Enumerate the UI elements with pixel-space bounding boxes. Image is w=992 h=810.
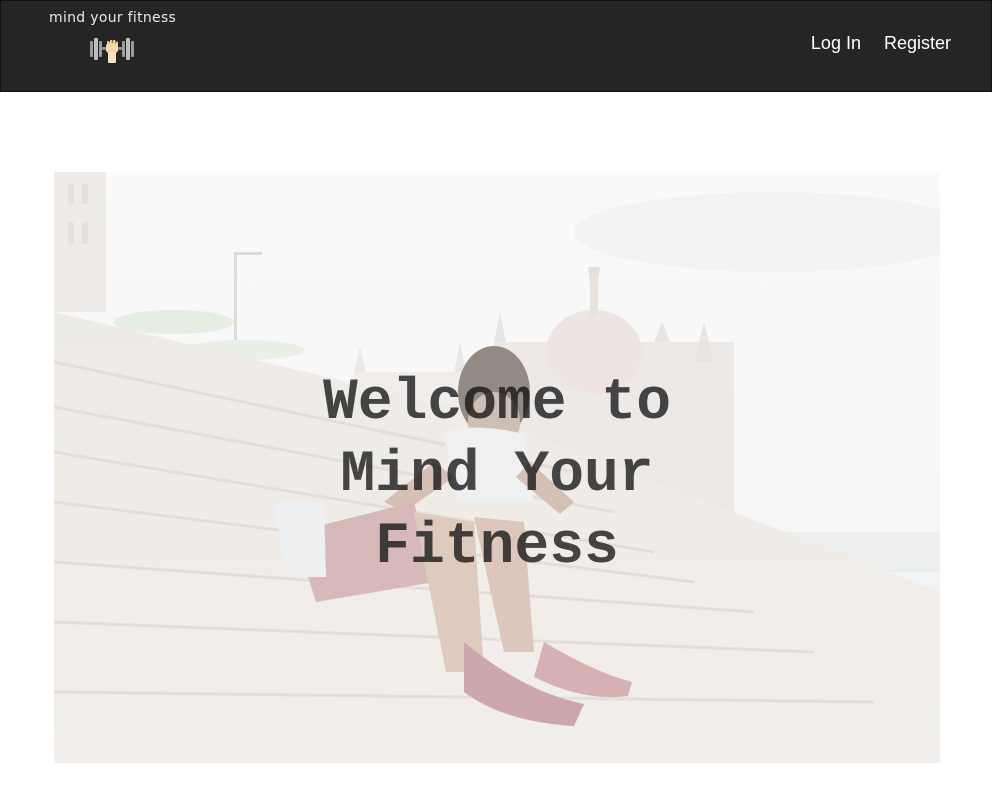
brand-logo-link[interactable]: mind your fitness [49,9,177,69]
nav-links: Log In Register [811,31,951,55]
login-link[interactable]: Log In [811,31,861,55]
hero-banner: Welcome to Mind Your Fitness [54,172,940,763]
dumbbell-fist-icon [90,38,134,63]
hero-title: Welcome to Mind Your Fitness [322,371,672,580]
top-navbar: mind your fitness Log In Register [0,0,992,92]
register-link[interactable]: Register [884,31,951,55]
brand-name: mind your fitness [49,10,177,26]
